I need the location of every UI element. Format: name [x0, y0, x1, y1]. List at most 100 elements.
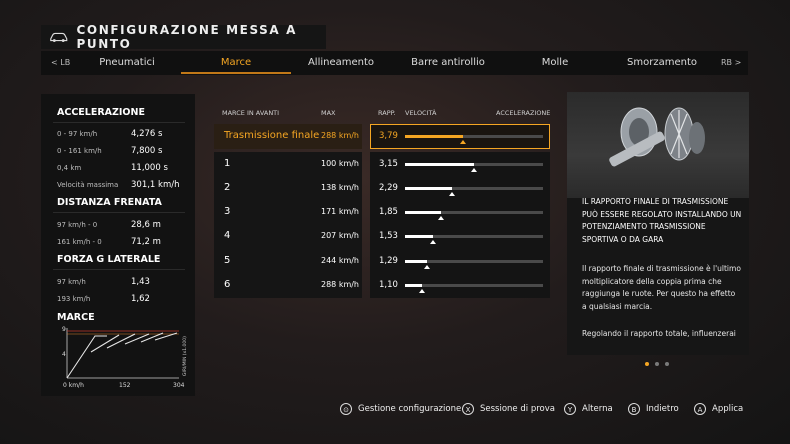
page-indicator[interactable]: [655, 362, 659, 366]
gearbox-illustration: [609, 107, 705, 167]
stat-value: 4,276 s: [131, 129, 163, 139]
gear-max-speed: 138 km/h: [321, 183, 360, 192]
stat-value: 11,000 s: [131, 163, 168, 173]
stat-value: 28,6 m: [131, 220, 161, 230]
ratio-slider-marker[interactable]: [459, 140, 466, 144]
gear-max-speed: 171 km/h: [321, 207, 360, 216]
gear-ratio-value: 3,15: [379, 159, 398, 169]
ratio-slider-track[interactable]: [405, 163, 543, 172]
x-tick-label: 304: [173, 382, 185, 389]
tab-pneumatici[interactable]: Pneumatici: [81, 51, 173, 75]
info-body-continued: Regolando il rapporto totale, influenzer…: [582, 329, 736, 338]
ratio-slider-marker[interactable]: [448, 192, 455, 196]
ratio-slider-track[interactable]: [405, 211, 543, 220]
transmission-image: [567, 92, 749, 198]
performance-stats-panel: ACCELERAZIONE 0 - 97 km/h 4,276 s 0 - 16…: [41, 94, 195, 396]
gear-max-speed: 100 km/h: [321, 159, 360, 168]
gear-curves: [66, 332, 178, 379]
stat-value: 1,62: [131, 294, 150, 304]
footer-button-a-button[interactable]: A Applica: [694, 402, 743, 416]
gear-rpm-chart: 9 4 0 km/h 152 304 GIRI/MIN (x1.000): [62, 326, 188, 389]
gear-row[interactable]: 5 244 km/h 1,29: [214, 249, 552, 274]
gear-name: 4: [224, 230, 231, 241]
rb-bumper-hint[interactable]: RB >: [721, 51, 741, 75]
y-axis-label: GIRI/MIN (x1.000): [182, 336, 188, 376]
ratio-slider-fill: [405, 235, 433, 238]
gear-ratio-value: 1,29: [379, 256, 398, 266]
gear-ratio-value: 1,85: [379, 207, 398, 217]
gear-name: Trasmissione finale: [224, 130, 320, 141]
ratio-slider-fill: [405, 187, 452, 190]
gear-ratio-value: 1,53: [379, 231, 398, 241]
gear-name: 3: [224, 206, 231, 217]
ratio-slider-marker[interactable]: [418, 289, 425, 293]
column-header: ACCELERAZIONE: [496, 109, 551, 117]
braking-title: DISTANZA FRENATA: [57, 197, 162, 208]
gear-ratio-value: 1,10: [379, 280, 398, 290]
y-tick-label: 9: [62, 326, 66, 333]
gear-ratio-table: MARCE IN AVANTI MAX RAPP. VELOCITÀ ACCEL…: [214, 94, 554, 394]
gear-max-speed: 288 km/h: [321, 280, 360, 289]
tab-molle[interactable]: Molle: [509, 51, 601, 75]
divider: [53, 212, 185, 213]
ratio-slider-track[interactable]: [405, 284, 543, 293]
car-icon: [50, 32, 68, 42]
active-tab-indicator: [181, 72, 291, 74]
divider: [53, 122, 185, 123]
footer-button-label: Gestione configurazione: [358, 404, 462, 414]
lb-bumper-hint[interactable]: < LB: [51, 51, 70, 75]
tab-bar: < LB Pneumatici Marce Allineamento Barre…: [41, 51, 748, 75]
footer-button-x-button[interactable]: X Sessione di prova: [462, 402, 555, 416]
ratio-slider-fill: [405, 284, 422, 287]
column-header: VELOCITÀ: [405, 109, 437, 117]
ratio-slider-track[interactable]: [405, 235, 543, 244]
gear-max-speed: 244 km/h: [321, 256, 360, 265]
ratio-slider-marker[interactable]: [429, 240, 436, 244]
gear-ratio-value: 2,29: [379, 183, 398, 193]
stat-label: 97 km/h - 0: [57, 221, 98, 229]
gear-row[interactable]: 6 288 km/h 1,10: [214, 273, 552, 298]
x-tick-label: 0 km/h: [63, 382, 84, 389]
gear-row-final-drive[interactable]: Trasmissione finale 288 km/h 3,79: [214, 124, 552, 149]
footer-button-view[interactable]: ⊙ Gestione configurazione: [340, 402, 461, 416]
ratio-slider-marker[interactable]: [424, 265, 431, 269]
gear-row[interactable]: 4 207 km/h 1,53: [214, 224, 552, 249]
tab-allineamento[interactable]: Allineamento: [295, 51, 387, 75]
column-header: MAX: [321, 109, 336, 117]
page-indicator-active[interactable]: [645, 362, 649, 366]
a-button-icon: A: [694, 403, 706, 415]
y-tick-label: 4: [62, 351, 66, 358]
gear-row[interactable]: 2 138 km/h 2,29: [214, 176, 552, 201]
page-indicator[interactable]: [665, 362, 669, 366]
ratio-slider-marker[interactable]: [437, 216, 444, 220]
stat-label: 0 - 161 km/h: [57, 147, 102, 155]
gear-row[interactable]: 3 171 km/h 1,85: [214, 200, 552, 225]
stat-label: 193 km/h: [57, 295, 91, 303]
view-icon: ⊙: [340, 403, 352, 415]
ratio-slider-fill: [405, 135, 463, 138]
footer-button-label: Applica: [712, 404, 744, 414]
stat-label: 161 km/h - 0: [57, 238, 102, 246]
tab-barre-antirollio[interactable]: Barre antirollio: [401, 51, 495, 75]
ratio-slider-track[interactable]: [405, 135, 543, 144]
stat-value: 7,800 s: [131, 146, 163, 156]
gforce-title: FORZA G LATERALE: [57, 254, 161, 265]
column-header: MARCE IN AVANTI: [222, 109, 280, 117]
x-button-icon: X: [462, 403, 474, 415]
ratio-slider-fill: [405, 211, 441, 214]
ratio-slider-marker[interactable]: [471, 168, 477, 172]
footer-button-b-button[interactable]: B Indietro: [628, 402, 679, 416]
footer-button-label: Sessione di prova: [480, 404, 555, 414]
title-bar: CONFIGURAZIONE MESSA A PUNTO: [41, 23, 326, 51]
x-tick-label: 152: [119, 382, 131, 389]
gear-name: 5: [224, 255, 231, 266]
stat-label: 0 - 97 km/h: [57, 130, 98, 138]
ratio-slider-track[interactable]: [405, 187, 543, 196]
gear-row[interactable]: 1 100 km/h 3,15: [214, 152, 552, 177]
divider: [53, 269, 185, 270]
ratio-slider-fill: [405, 163, 474, 166]
footer-button-label: Indietro: [646, 404, 679, 414]
footer-button-y-button[interactable]: Y Alterna: [564, 402, 613, 416]
ratio-slider-track[interactable]: [405, 260, 543, 269]
tab-smorzamento[interactable]: Smorzamento: [615, 51, 709, 75]
